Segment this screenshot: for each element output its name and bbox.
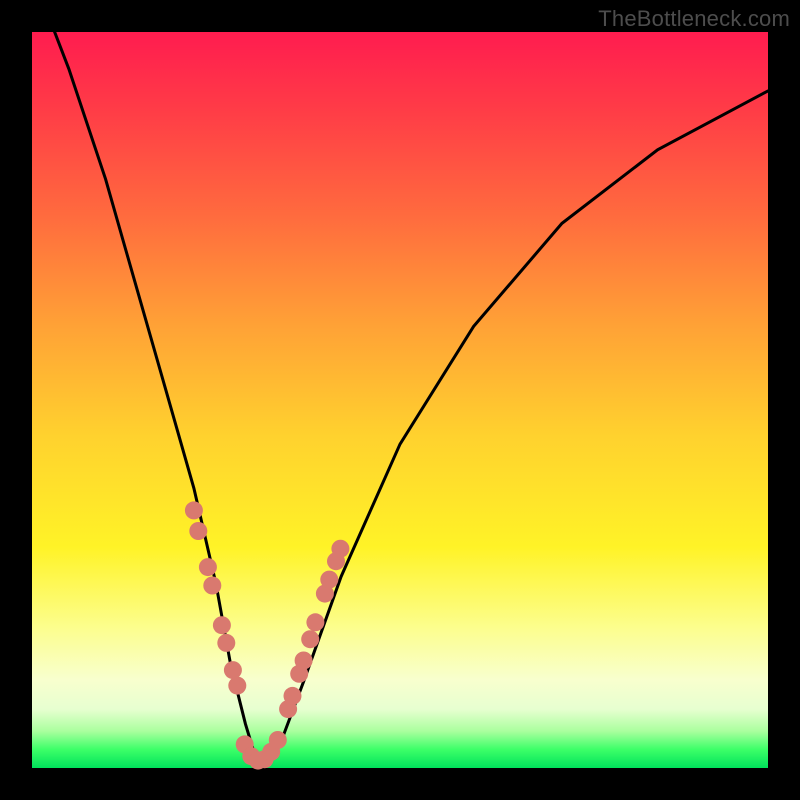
data-marker [213, 616, 231, 634]
data-marker [199, 558, 217, 576]
data-marker [228, 677, 246, 695]
data-marker [185, 501, 203, 519]
data-marker [224, 661, 242, 679]
data-marker [295, 652, 313, 670]
data-marker [301, 630, 319, 648]
data-marker [217, 634, 235, 652]
data-marker [306, 613, 324, 631]
chart-frame: TheBottleneck.com [0, 0, 800, 800]
watermark-text: TheBottleneck.com [598, 6, 790, 32]
bottleneck-curve [32, 0, 768, 761]
data-marker [320, 571, 338, 589]
data-marker [331, 540, 349, 558]
data-marker [284, 687, 302, 705]
plot-area [32, 32, 768, 768]
data-marker [269, 731, 287, 749]
data-marker [189, 522, 207, 540]
curve-svg [32, 32, 768, 768]
marker-group [185, 501, 350, 769]
data-marker [203, 577, 221, 595]
